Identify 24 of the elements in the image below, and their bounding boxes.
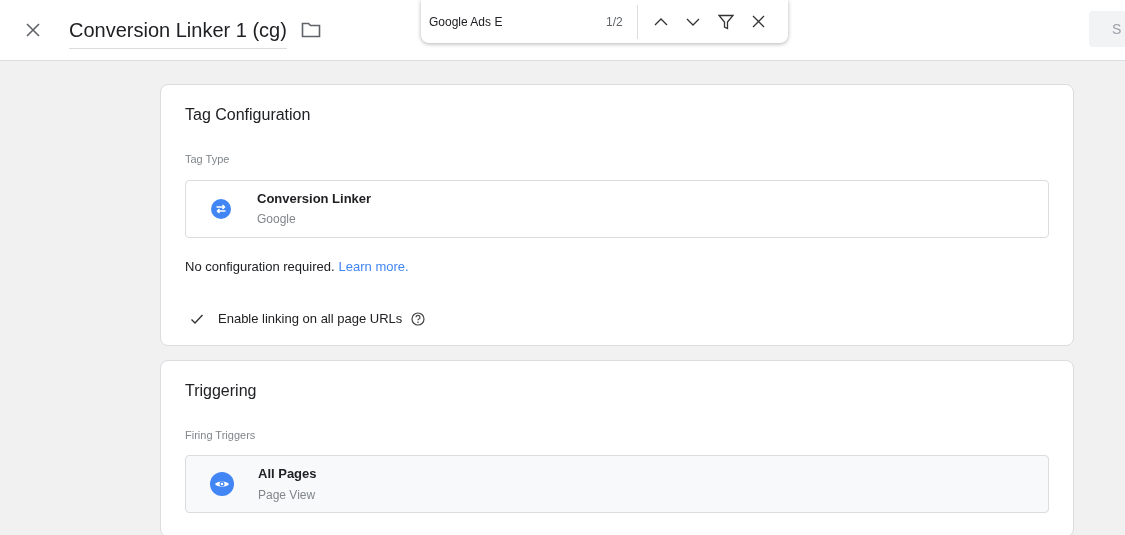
card-title: Triggering bbox=[185, 380, 258, 401]
learn-more-link[interactable]: Learn more. bbox=[338, 256, 409, 276]
trigger-row[interactable]: All Pages Page View bbox=[185, 455, 1049, 513]
trigger-name: All Pages bbox=[258, 465, 317, 484]
section-label: Tag Type bbox=[185, 152, 231, 167]
eye-icon bbox=[210, 472, 234, 496]
previous-match-icon[interactable] bbox=[653, 16, 668, 27]
help-icon[interactable] bbox=[411, 311, 426, 326]
configuration-note: No configuration required. bbox=[185, 257, 335, 276]
find-field[interactable]: Google Ads E bbox=[429, 12, 589, 31]
section-label: Firing Triggers bbox=[185, 427, 257, 443]
swap-arrows-icon bbox=[210, 197, 232, 220]
tag-name-field[interactable]: Conversion Linker 1 (cg) bbox=[69, 15, 287, 49]
next-match-icon[interactable] bbox=[685, 16, 700, 27]
option-label: Enable linking on all page URLs bbox=[218, 310, 403, 328]
card-title: Tag Configuration bbox=[185, 105, 312, 125]
folder-icon[interactable] bbox=[300, 22, 321, 38]
match-count: 1/2 bbox=[606, 13, 623, 31]
tag-type-vendor: Google bbox=[257, 211, 297, 229]
trigger-type: Page View bbox=[258, 486, 317, 504]
filter-icon[interactable] bbox=[717, 13, 734, 30]
tag-type-name: Conversion Linker bbox=[257, 189, 372, 208]
tag-type-row[interactable]: Conversion Linker Google bbox=[185, 179, 1049, 238]
close-icon[interactable] bbox=[751, 15, 765, 28]
